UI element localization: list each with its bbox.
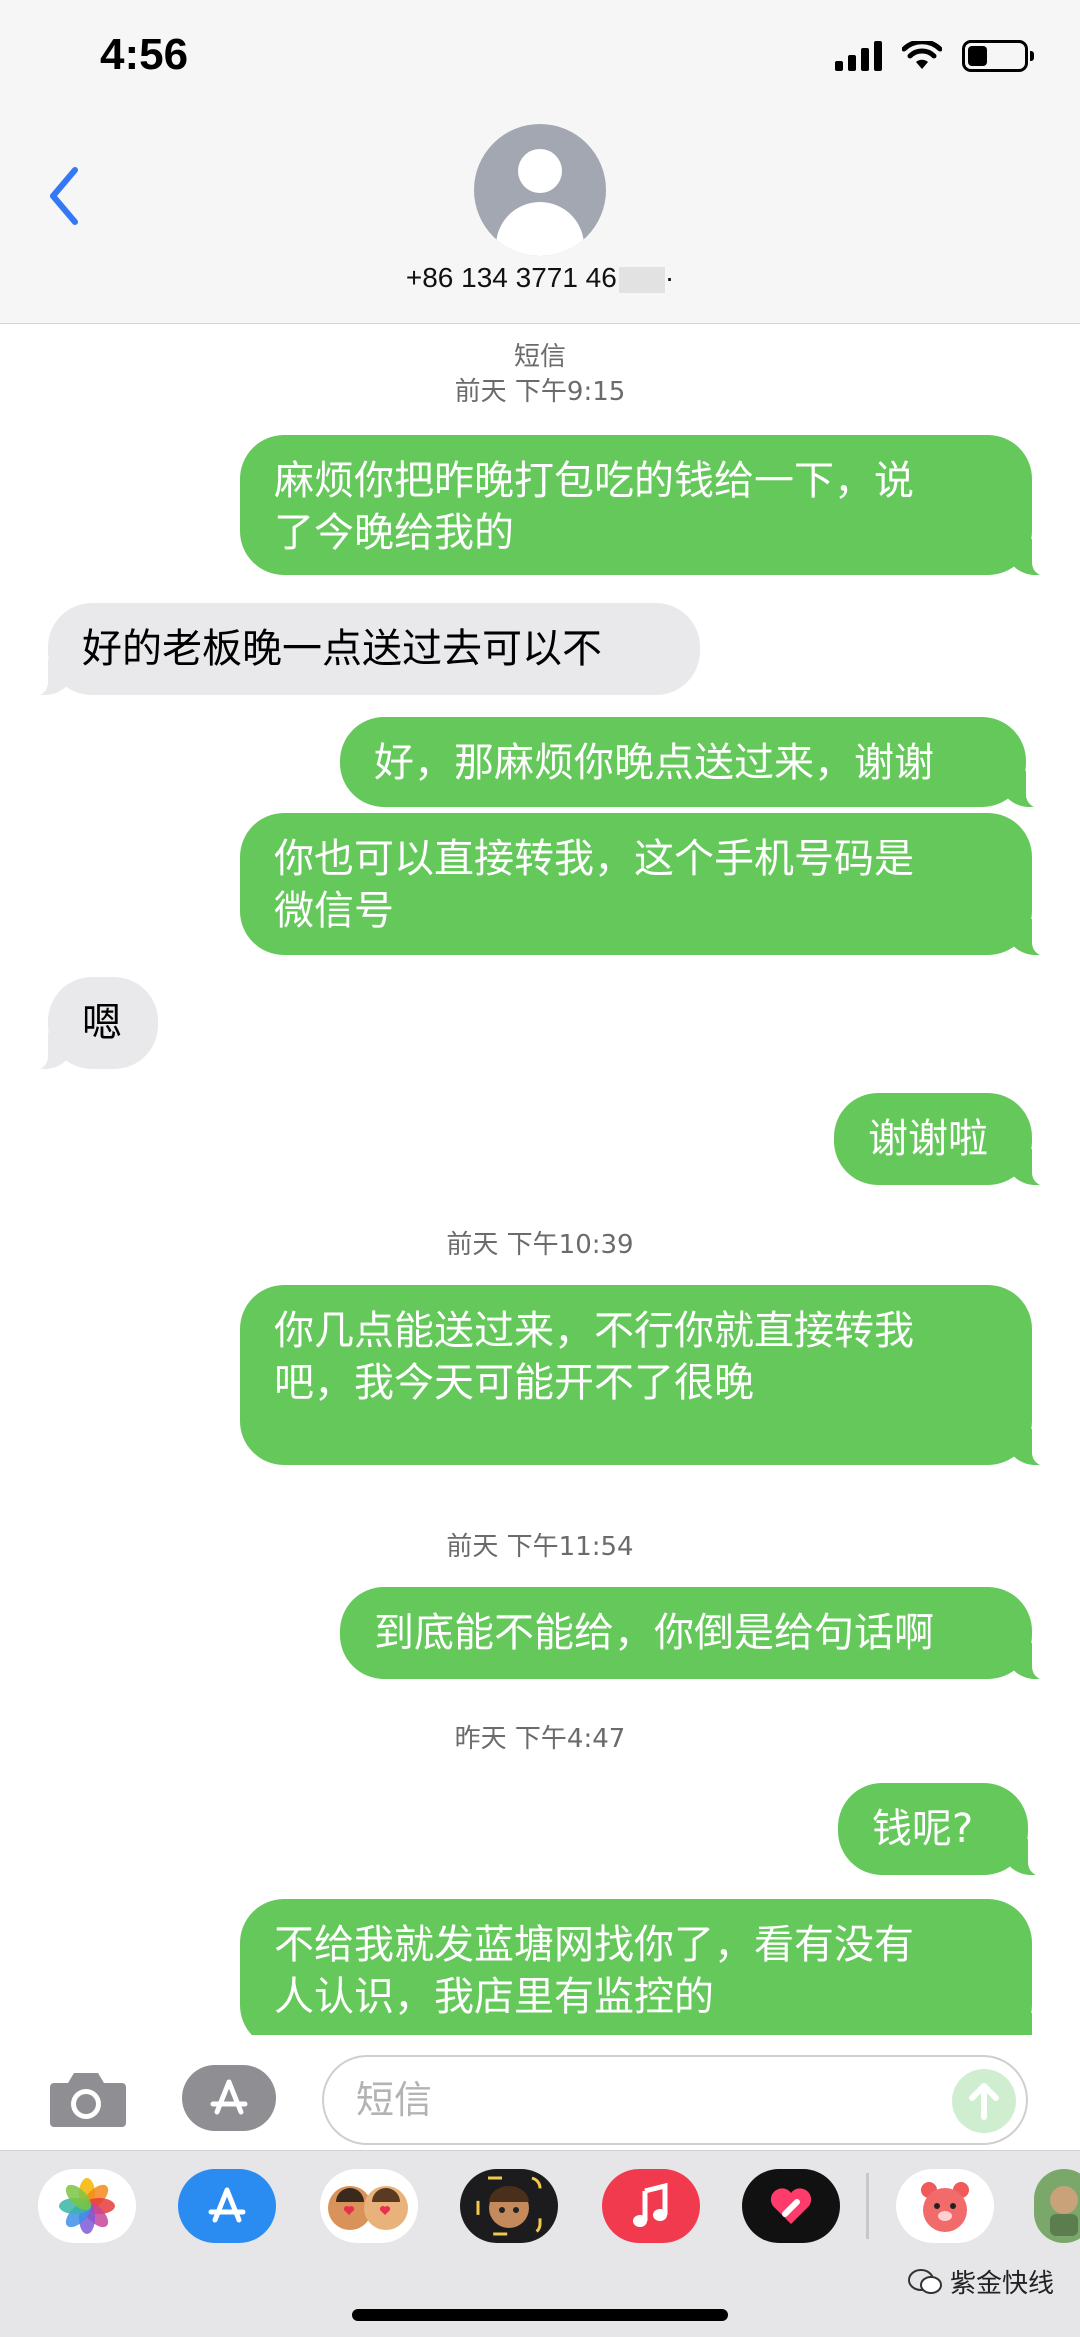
- memoji-stickers-app[interactable]: [320, 2169, 418, 2243]
- message-line: 好的老板晚一点送过去可以不: [82, 626, 602, 672]
- message-line: 你也可以直接转我，这个手机号码是: [274, 836, 914, 882]
- camera-icon: [50, 2073, 126, 2127]
- sent-message[interactable]: 不给我就发蓝塘网找你了，看有没有 人认识，我店里有监控的: [240, 1899, 1058, 2035]
- back-button[interactable]: [34, 156, 94, 236]
- app-store-icon: [208, 2187, 246, 2223]
- wifi-icon: [902, 41, 942, 69]
- timestamp: 前天 下午11:54: [446, 1532, 634, 1562]
- sent-message[interactable]: 钱呢?: [838, 1783, 1054, 1877]
- more-app-icon: [1050, 2186, 1078, 2236]
- digital-touch-icon: [770, 2188, 812, 2224]
- watermark: 紫金快线: [907, 2263, 1054, 2300]
- message-input[interactable]: [324, 2057, 924, 2143]
- timestamp: 昨天 下午4:47: [454, 1724, 626, 1754]
- message-input-field[interactable]: [322, 2055, 1028, 2145]
- digital-touch-app[interactable]: [742, 2169, 840, 2243]
- home-indicator[interactable]: [352, 2309, 728, 2321]
- animoji-icon: [476, 2176, 542, 2236]
- timestamp: 前天 下午10:39: [446, 1230, 634, 1260]
- message-line: 吧，我今天可能开不了很晚: [274, 1360, 754, 1406]
- avatar-body: [496, 202, 584, 256]
- battery-icon: [962, 40, 1034, 72]
- message-line: 嗯: [82, 1000, 122, 1046]
- send-button[interactable]: [952, 2069, 1016, 2133]
- sent-message[interactable]: 你几点能送过来，不行你就直接转我 吧，我今天可能开不了很晚: [240, 1285, 1058, 1467]
- avatar-head: [518, 149, 562, 193]
- drawer-separator: [866, 2173, 869, 2239]
- message-line: 你几点能送过来，不行你就直接转我: [274, 1308, 914, 1354]
- cellular-signal-icon: [835, 41, 882, 71]
- camera-button[interactable]: [44, 2069, 128, 2131]
- music-app[interactable]: [602, 2169, 700, 2243]
- wechat-icon: [907, 2268, 942, 2294]
- timestamp-service: 短信: [513, 342, 566, 372]
- message-line: 微信号: [274, 888, 394, 934]
- sent-message[interactable]: 好，那麻烦你晚点送过来，谢谢: [340, 717, 1052, 809]
- more-app[interactable]: [1034, 2169, 1080, 2243]
- imessage-app-drawer: 紫金快线: [0, 2150, 1080, 2337]
- status-icons: [835, 40, 1034, 72]
- status-bar: 4:56: [0, 0, 1080, 110]
- message-line: 麻烦你把昨晚打包吃的钱给一下，说: [274, 458, 914, 504]
- memoji-stickers-icon: [328, 2186, 408, 2230]
- message-line: 好，那麻烦你晚点送过来，谢谢: [374, 740, 934, 786]
- contact-avatar[interactable]: [474, 124, 606, 256]
- contact-number[interactable]: +86 134 3771 46 ·: [0, 262, 1080, 294]
- timestamp: 前天 下午9:15: [454, 377, 626, 407]
- sent-message[interactable]: 麻烦你把昨晚打包吃的钱给一下，说 了今晚给我的: [240, 435, 1058, 577]
- animoji-app[interactable]: [460, 2169, 558, 2243]
- battery-level: [968, 46, 987, 66]
- message-line: 不给我就发蓝塘网找你了，看有没有: [274, 1922, 914, 1968]
- sent-message[interactable]: 谢谢啦: [834, 1093, 1058, 1187]
- watermark-text: 紫金快线: [949, 2269, 1054, 2299]
- message-thread[interactable]: 短信 前天 下午9:15 麻烦你把昨晚打包吃的钱给一下，说 了今晚给我的 好的老…: [0, 325, 1080, 2035]
- compose-bar: [0, 2035, 1080, 2150]
- send-arrow-icon: [969, 2083, 999, 2120]
- conversation-header: +86 134 3771 46 ·: [0, 110, 1080, 324]
- bear-sticker-app[interactable]: [896, 2169, 994, 2243]
- bear-sticker-icon: [921, 2182, 969, 2232]
- chevron-left-icon: [50, 167, 78, 225]
- photos-icon: [59, 2178, 115, 2234]
- sent-message[interactable]: 到底能不能给，你倒是给句话啊: [340, 1587, 1058, 1681]
- message-line: 到底能不能给，你倒是给句话啊: [374, 1610, 934, 1656]
- app-store-app[interactable]: [178, 2169, 276, 2243]
- message-line: 钱呢?: [872, 1806, 974, 1852]
- apps-button[interactable]: [182, 2065, 276, 2131]
- status-time: 4:56: [100, 30, 189, 79]
- photos-app[interactable]: [38, 2169, 136, 2243]
- redacted-digits: [618, 266, 665, 293]
- message-line: 人认识，我店里有监控的: [274, 1974, 714, 2020]
- contact-number-text: +86 134 3771 46: [405, 262, 617, 293]
- received-message[interactable]: 好的老板晚一点送过去可以不: [22, 603, 700, 697]
- message-line: 了今晚给我的: [274, 510, 514, 556]
- sent-message[interactable]: 你也可以直接转我，这个手机号码是 微信号: [240, 813, 1058, 957]
- received-message[interactable]: 嗯: [22, 977, 158, 1071]
- app-store-icon: [210, 2079, 248, 2115]
- music-icon: [633, 2183, 668, 2227]
- contact-number-suffix: ·: [664, 262, 675, 293]
- message-line: 谢谢啦: [868, 1116, 988, 1162]
